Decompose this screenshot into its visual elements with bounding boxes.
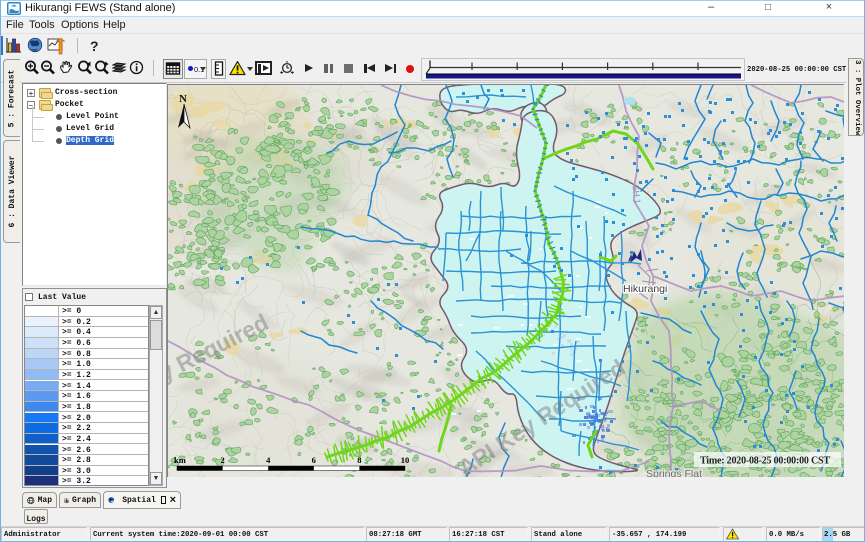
svg-text:2: 2 — [220, 455, 224, 465]
svg-text:Time: 2020-08-25 00:00:00 CST: Time: 2020-08-25 00:00:00 CST — [700, 456, 830, 467]
svg-text:Springs Flat: Springs Flat — [646, 468, 702, 477]
svg-text:km: km — [174, 455, 186, 465]
svg-text:Hikurangi: Hikurangi — [623, 283, 667, 295]
svg-text:N: N — [179, 93, 187, 105]
svg-text:10: 10 — [401, 455, 410, 465]
svg-text:4: 4 — [266, 455, 271, 465]
svg-text:6: 6 — [312, 455, 316, 465]
svg-text:8: 8 — [357, 455, 361, 465]
